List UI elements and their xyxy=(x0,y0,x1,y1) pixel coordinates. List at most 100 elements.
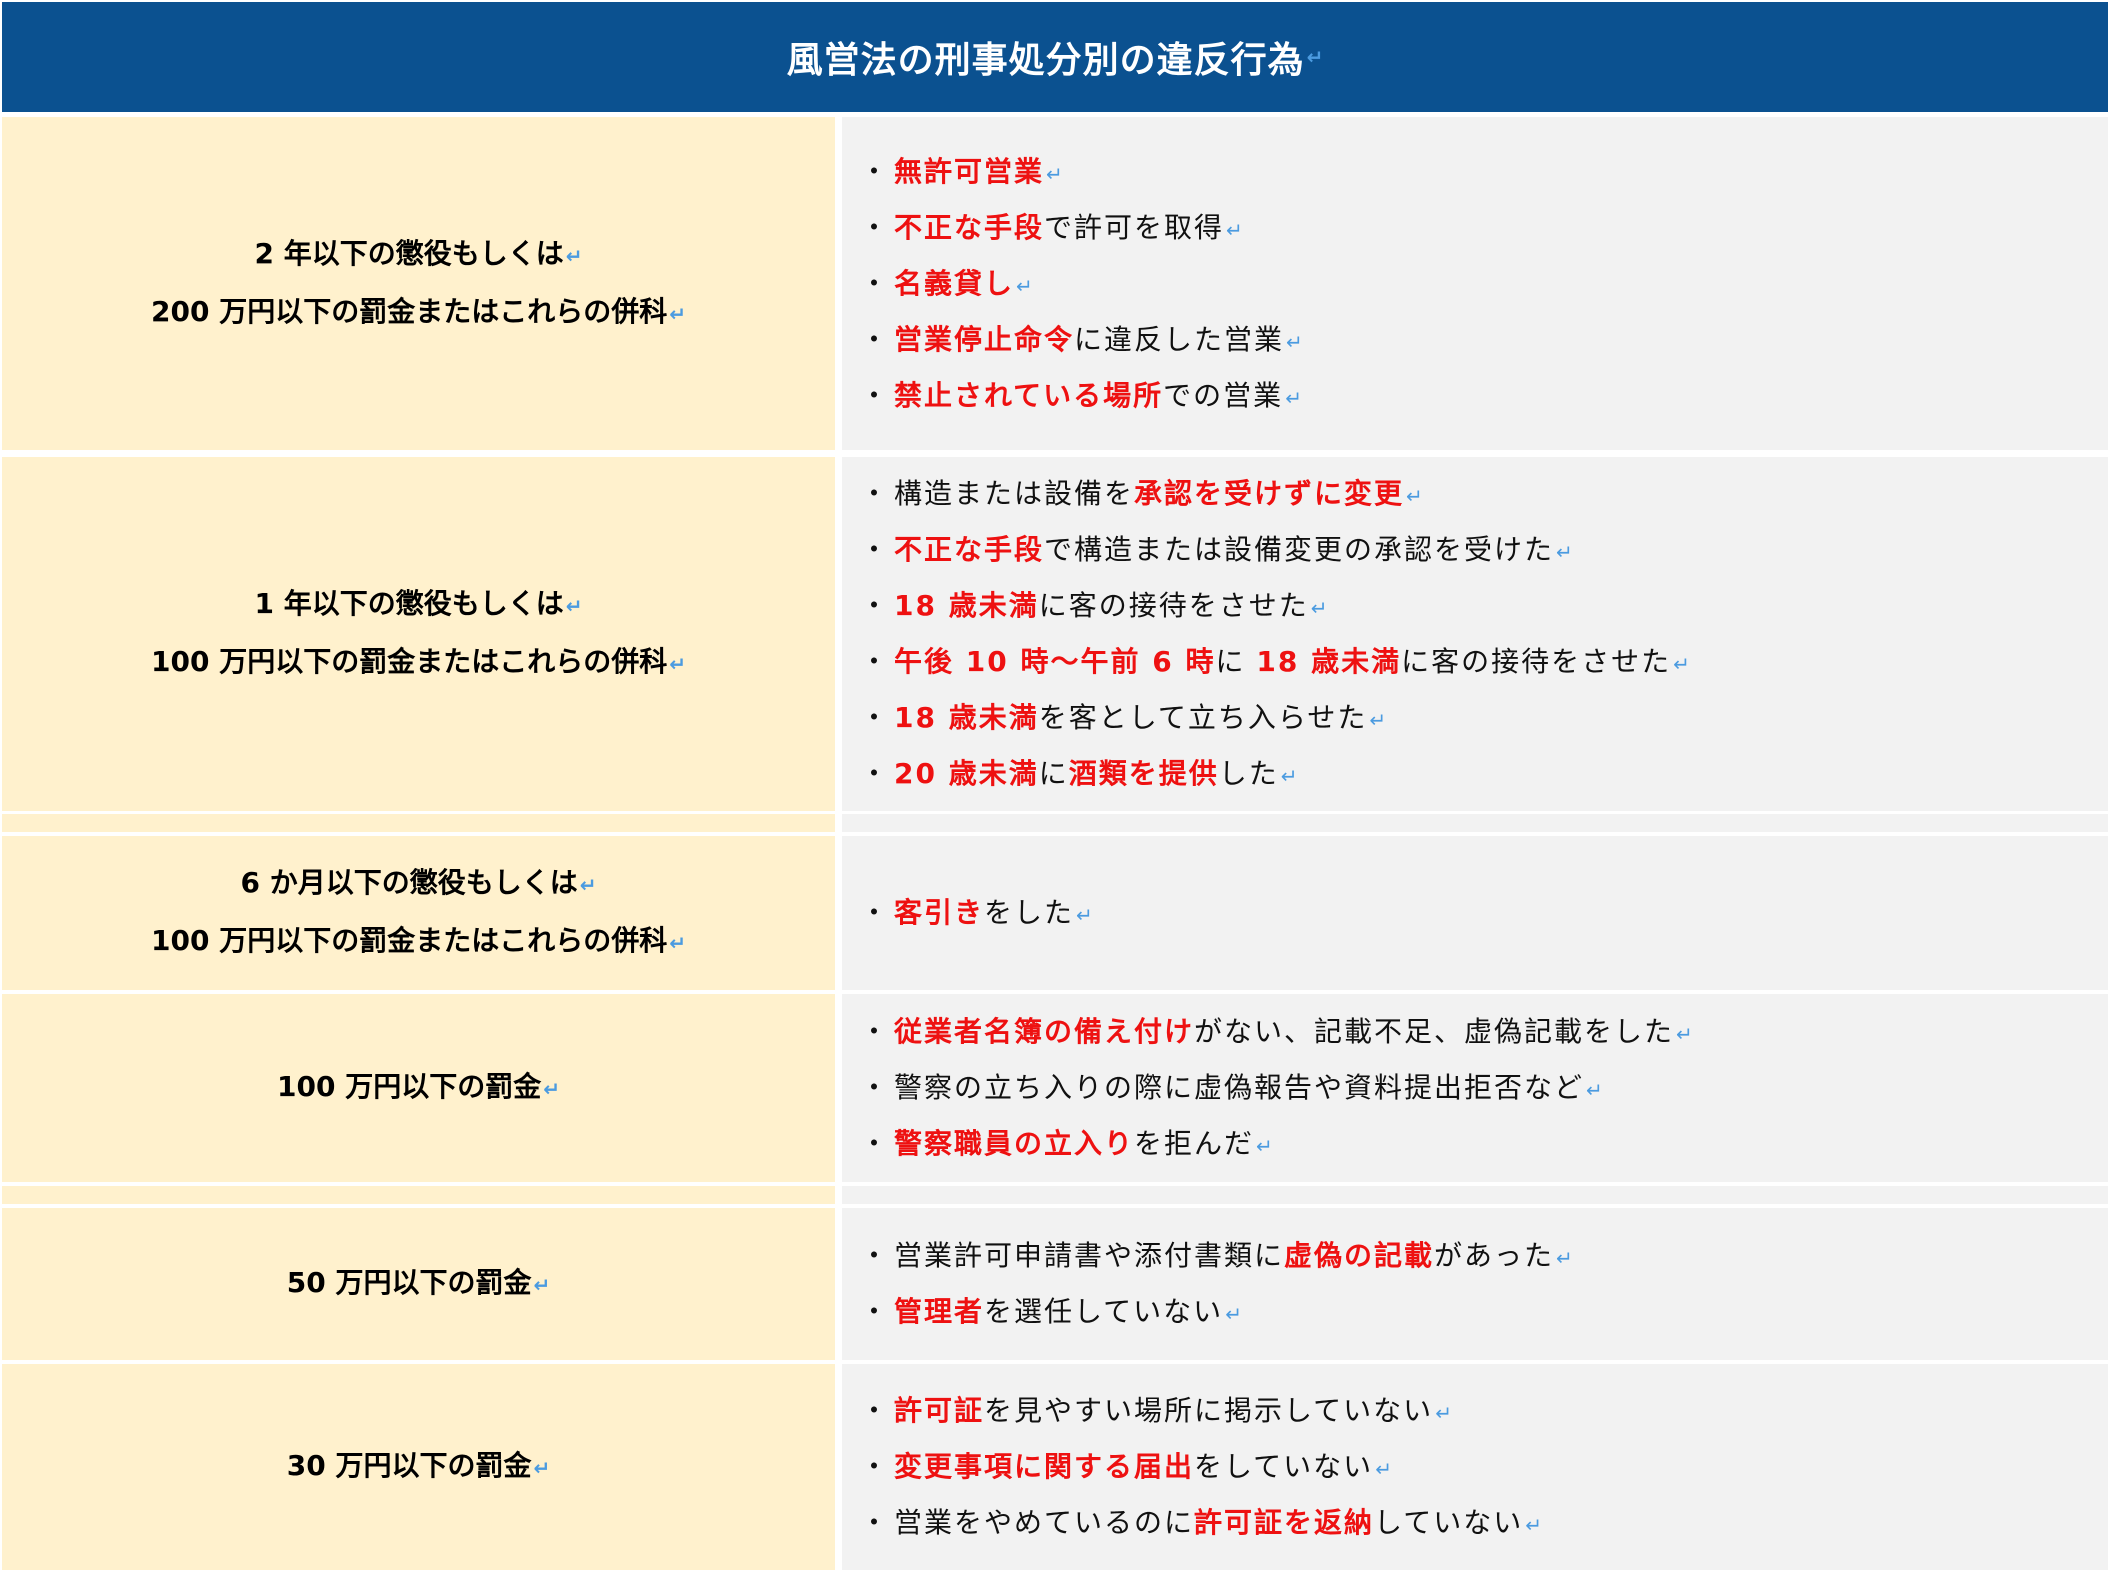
table-row: 6 か月以下の懲役もしくは ↵ 100 万円以下の罰金またはこれらの併科 ↵ ・客引きを… xyxy=(2,836,2108,990)
penalty-cell: 50 万円以下の罰金 ↵ xyxy=(2,1208,835,1360)
return-mark-icon: ↵ xyxy=(1225,1302,1242,1326)
highlighted-term: 変更事項に関する届出 xyxy=(894,1450,1195,1483)
violation-text: 警察の立ち入りの際に虚偽報告や資料提出拒否など ↵ xyxy=(894,1060,1603,1118)
return-mark-icon: ↵ xyxy=(1556,1246,1573,1270)
highlighted-term: 名義貸し xyxy=(894,266,1015,300)
row-spacer xyxy=(2,814,2108,832)
violation-text: 午後 10 時～午前 6 時に 18 歳未満に客の接待をさせた ↵ xyxy=(894,634,1690,692)
plain-text: をしていない xyxy=(1194,1450,1374,1483)
return-mark-icon: ↵ xyxy=(565,243,583,268)
return-mark-icon: ↵ xyxy=(579,873,597,897)
violation-item: ・営業停止命令に違反した営業 ↵ xyxy=(842,312,2108,368)
violation-text: 不正な手段で構造または設備変更の承認を受けた ↵ xyxy=(894,522,1573,580)
plain-text: での営業 xyxy=(1163,378,1284,412)
penalty-text: 6 か月以下の懲役もしくは xyxy=(240,866,578,899)
penalty-cell: 2 年以下の懲役もしくは ↵ 200 万円以下の罰金またはこれらの併科 ↵ xyxy=(2,117,835,450)
plain-text: に客の接待をさせた xyxy=(1038,589,1309,622)
plain-text: 営業許可申請書や添付書類に xyxy=(894,1239,1285,1272)
violation-item: ・営業許可申請書や添付書類に虚偽の記載があった ↵ xyxy=(842,1228,2108,1284)
return-mark-icon: ↵ xyxy=(1016,273,1033,298)
violation-item: ・従業者名簿の備え付けがない、記載不足、虚偽記載をした ↵ xyxy=(842,1004,2108,1060)
return-mark-icon: ↵ xyxy=(1375,1457,1392,1481)
violation-item: ・午後 10 時～午前 6 時に 18 歳未満に客の接待をさせた ↵ xyxy=(842,634,2108,690)
highlighted-term: 20 歳未満 xyxy=(894,757,1039,790)
return-mark-icon: ↵ xyxy=(1556,540,1573,564)
violation-text: 20 歳未満に酒類を提供した ↵ xyxy=(894,746,1298,804)
highlighted-term: 管理者 xyxy=(894,1295,985,1328)
return-mark-icon: ↵ xyxy=(533,1273,551,1297)
bullet-icon: ・ xyxy=(860,1394,891,1427)
plain-text: を見やすい場所に掲示していない xyxy=(984,1394,1434,1427)
penalty-line: 30 万円以下の罰金 ↵ xyxy=(287,1438,550,1496)
bullet-icon: ・ xyxy=(860,896,891,929)
violation-text: 構造または設備を承認を受けずに変更 ↵ xyxy=(894,466,1423,524)
return-mark-icon: ↵ xyxy=(1525,1513,1542,1537)
highlighted-term: 無許可営業 xyxy=(894,154,1045,188)
plain-text: を拒んだ xyxy=(1134,1127,1255,1160)
violation-text: 無許可営業 ↵ xyxy=(894,144,1063,202)
highlighted-term: 午後 10 時～午前 6 時 xyxy=(894,645,1216,678)
violation-text: 18 歳未満を客として立ち入らせた ↵ xyxy=(894,690,1386,748)
bullet-icon: ・ xyxy=(860,757,891,790)
plain-text: 構造または設備を xyxy=(894,477,1135,510)
plain-text: に xyxy=(1038,757,1069,790)
violation-item: ・ 18 歳未満を客として立ち入らせた ↵ xyxy=(842,690,2108,746)
violation-item: ・ 20 歳未満に酒類を提供した ↵ xyxy=(842,746,2108,802)
table-row: 1 年以下の懲役もしくは ↵ 100 万円以下の罰金またはこれらの併科 ↵ ・構造または… xyxy=(2,457,2108,811)
table-row: 50 万円以下の罰金 ↵ ・営業許可申請書や添付書類に虚偽の記載があった ↵ ・管理者を… xyxy=(2,1208,2108,1360)
bullet-icon: ・ xyxy=(860,322,891,356)
row-spacer xyxy=(2,1186,2108,1204)
plain-text: を選任していない xyxy=(984,1295,1224,1328)
violation-text: 18 歳未満に客の接待をさせた ↵ xyxy=(894,578,1328,636)
penalty-line: 2 年以下の懲役もしくは ↵ xyxy=(255,226,583,284)
bullet-icon: ・ xyxy=(860,1506,891,1539)
penalty-line: 200 万円以下の罰金またはこれらの併科 ↵ xyxy=(151,284,686,342)
row-spacer-right xyxy=(842,1186,2108,1204)
return-mark-icon: ↵ xyxy=(669,652,686,676)
penalty-text: 50 万円以下の罰金 xyxy=(286,1266,532,1299)
return-mark-icon: ↵ xyxy=(1369,708,1387,732)
plain-text: した xyxy=(1218,757,1279,790)
penalty-line: 50 万円以下の罰金 ↵ xyxy=(287,1255,550,1313)
violation-text: 従業者名簿の備え付けがない、記載不足、虚偽記載をした ↵ xyxy=(894,1004,1693,1062)
bullet-icon: ・ xyxy=(860,1015,891,1048)
violation-text: 警察職員の立入りを拒んだ ↵ xyxy=(894,1116,1273,1174)
return-mark-icon: ↵ xyxy=(543,1077,560,1101)
highlighted-term: 虚偽の記載 xyxy=(1284,1239,1435,1272)
return-mark-icon: ↵ xyxy=(669,931,686,955)
violation-text: 営業停止命令に違反した営業 ↵ xyxy=(894,312,1303,370)
violation-text: 名義貸し ↵ xyxy=(894,256,1033,314)
penalty-text: 1 年以下の懲役もしくは xyxy=(254,587,564,620)
violation-item: ・営業をやめているのに許可証を返納していない ↵ xyxy=(842,1495,2108,1551)
violation-cell: ・営業許可申請書や添付書類に虚偽の記載があった ↵ ・管理者を選任していない ↵ xyxy=(842,1208,2108,1360)
plain-text: で許可を取得 xyxy=(1044,210,1225,244)
row-spacer-right xyxy=(842,814,2108,832)
row-spacer-left xyxy=(2,814,835,832)
penalty-text: 2 年以下の懲役もしくは xyxy=(254,236,564,270)
highlighted-term: 18 歳未満 xyxy=(894,701,1039,734)
penalty-line: 6 か月以下の懲役もしくは ↵ xyxy=(241,855,597,913)
page: 風営法の刑事処分別の違反行為 ↵ 2 年以下の懲役もしくは ↵ 200 万円以下の罰金… xyxy=(0,0,2110,1574)
return-mark-icon: ↵ xyxy=(1306,45,1324,69)
plain-text: がない、記載不足、虚偽記載をした xyxy=(1194,1015,1675,1048)
plain-text: していない xyxy=(1374,1506,1524,1539)
return-mark-icon: ↵ xyxy=(1310,596,1328,620)
penalty-line: 100 万円以下の罰金またはこれらの併科 ↵ xyxy=(151,634,686,692)
return-mark-icon: ↵ xyxy=(533,1456,551,1480)
penalty-line: 1 年以下の懲役もしくは ↵ xyxy=(255,576,583,634)
penalty-cell: 6 か月以下の懲役もしくは ↵ 100 万円以下の罰金またはこれらの併科 ↵ xyxy=(2,836,835,990)
plain-text: 警察の立ち入りの際に虚偽報告や資料提出拒否など xyxy=(894,1071,1585,1104)
return-mark-icon: ↵ xyxy=(1673,652,1690,676)
return-mark-icon: ↵ xyxy=(669,301,686,326)
violation-cell: ・許可証を見やすい場所に掲示していない ↵ ・変更事項に関する届出をしていない ↵ ・営… xyxy=(842,1364,2108,1570)
bullet-icon: ・ xyxy=(860,589,891,622)
bullet-icon: ・ xyxy=(860,701,891,734)
bullet-icon: ・ xyxy=(860,1127,891,1160)
violation-item: ・警察職員の立入りを拒んだ ↵ xyxy=(842,1116,2108,1172)
highlighted-term: 警察職員の立入り xyxy=(894,1127,1135,1160)
violation-item: ・名義貸し ↵ xyxy=(842,256,2108,312)
violation-text: 管理者を選任していない ↵ xyxy=(894,1284,1242,1342)
highlighted-term: 従業者名簿の備え付け xyxy=(894,1015,1195,1048)
plain-text: に客の接待をさせた xyxy=(1401,645,1672,678)
return-mark-icon: ↵ xyxy=(1286,329,1303,354)
